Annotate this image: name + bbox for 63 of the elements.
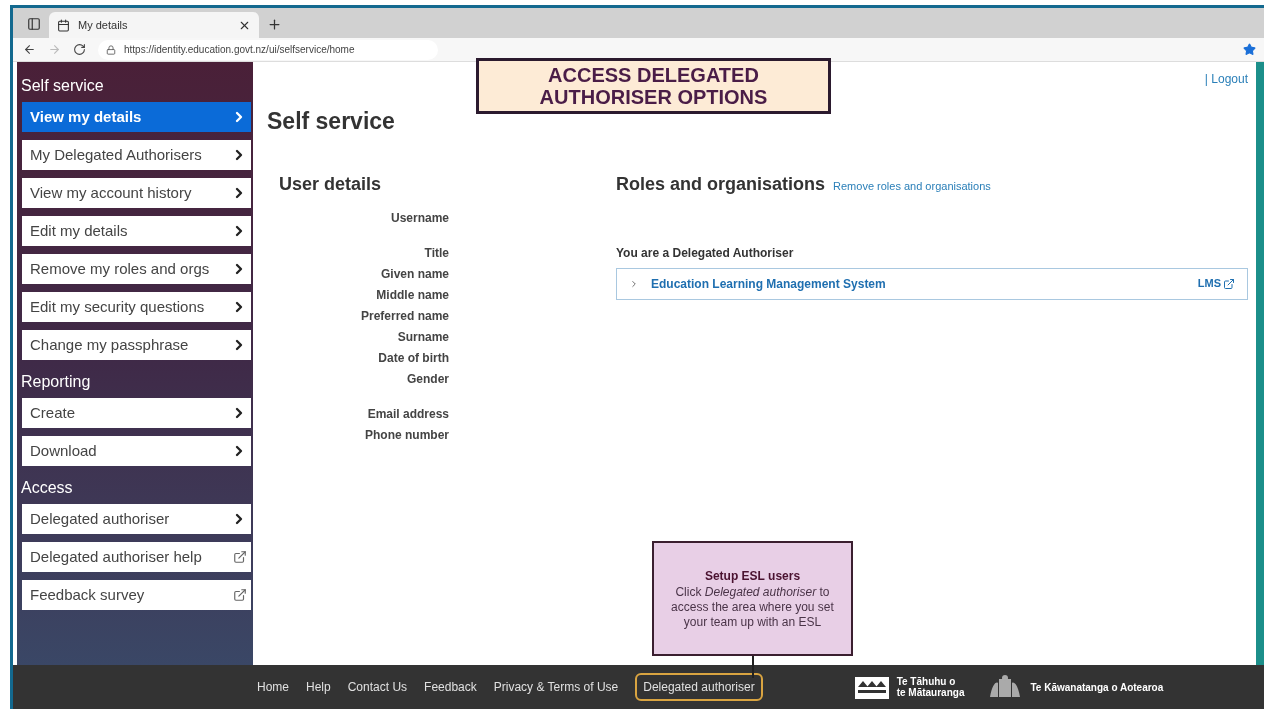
- sidebar-item[interactable]: Edit my security questions: [22, 292, 251, 322]
- field-label: Phone number: [365, 426, 449, 444]
- expand-icon[interactable]: [629, 278, 639, 289]
- field-label: Date of birth: [378, 349, 449, 367]
- new-tab-icon[interactable]: [267, 16, 282, 32]
- sidebar-item[interactable]: Edit my details: [22, 216, 251, 246]
- callout-banner: ACCESS DELEGATED AUTHORISER OPTIONS: [476, 58, 831, 114]
- sidebar-item[interactable]: Feedback survey: [22, 580, 251, 610]
- section-heading: Roles and organisations: [616, 172, 826, 196]
- page-title: Self service: [267, 107, 395, 136]
- field-label: Preferred name: [360, 307, 449, 325]
- logo-text: Te Kāwanatanga o Aotearoa: [1030, 681, 1164, 693]
- field-label: Username: [390, 209, 449, 227]
- field-label: Gender: [407, 370, 449, 388]
- sidebar-item[interactable]: Delegated authoriser: [22, 504, 251, 534]
- footer-link[interactable]: Delegated authoriser: [635, 673, 763, 701]
- logo-text: Te Tāhuhu o: [896, 676, 957, 687]
- tooltip-text: Click Delegated authoriser to access the area where you set your team up with an ESL: [670, 585, 835, 630]
- footer-link[interactable]: Help: [306, 678, 331, 696]
- sidebar-section-title: Self service: [21, 76, 105, 96]
- tooltip-title: Setup ESL users: [704, 568, 801, 585]
- remove-roles-link[interactable]: Remove roles and organisations: [833, 177, 991, 194]
- browser-tab[interactable]: My details: [49, 12, 259, 38]
- sidebar-section-title: Access: [21, 478, 74, 498]
- logout-link[interactable]: | Logout: [1204, 70, 1248, 88]
- external-link-icon: [233, 588, 247, 602]
- crest-icon: [988, 675, 1023, 699]
- section-heading: User details: [279, 172, 383, 196]
- role-name[interactable]: Education Learning Management System: [651, 274, 1198, 293]
- sidebar-item[interactable]: Delegated authoriser help: [22, 542, 251, 572]
- back-icon[interactable]: [23, 43, 36, 56]
- sidebar-toggle-icon[interactable]: [27, 17, 41, 31]
- field-label: Middle name: [376, 286, 449, 304]
- sidebar-section-title: Reporting: [21, 372, 92, 392]
- sidebar-item[interactable]: Create: [22, 398, 251, 428]
- sidebar-item[interactable]: View my account history: [22, 178, 251, 208]
- footer-link[interactable]: Home: [257, 678, 289, 696]
- sidebar-item[interactable]: Download: [22, 436, 251, 466]
- external-link-icon: [1223, 277, 1235, 290]
- sidebar-item[interactable]: Remove my roles and orgs: [22, 254, 251, 284]
- address-bar[interactable]: https://identity.education.govt.nz/ui/selfservice/home: [98, 39, 438, 60]
- lock-icon: [106, 44, 116, 55]
- field-label: Title: [424, 244, 449, 262]
- reload-icon[interactable]: [73, 43, 86, 56]
- field-label: Given name: [380, 265, 449, 283]
- field-label: Email address: [367, 405, 449, 423]
- external-link-icon: [233, 550, 247, 564]
- role-row[interactable]: Education Learning Management System LMS: [616, 267, 1248, 300]
- footer-link[interactable]: Contact Us: [347, 678, 408, 696]
- ministry-logo-icon: [854, 675, 889, 699]
- page-icon: [57, 18, 70, 32]
- logo-text: te Mātauranga: [896, 687, 965, 698]
- role-subheading: You are a Delegated Authoriser: [616, 244, 795, 262]
- bookmark-star-icon[interactable]: [1243, 43, 1256, 56]
- footer-link[interactable]: Privacy & Terms of Use: [493, 678, 619, 696]
- tab-title: My details: [78, 17, 129, 33]
- leader-line: [752, 656, 754, 678]
- field-label: Surname: [397, 328, 449, 346]
- footer-link[interactable]: Feedback: [424, 678, 477, 696]
- sidebar-item[interactable]: Change my passphrase: [22, 330, 251, 360]
- role-tag[interactable]: LMS: [1197, 275, 1221, 292]
- sidebar-item[interactable]: View my details: [22, 102, 251, 132]
- sidebar-item[interactable]: My Delegated Authorisers: [22, 140, 251, 170]
